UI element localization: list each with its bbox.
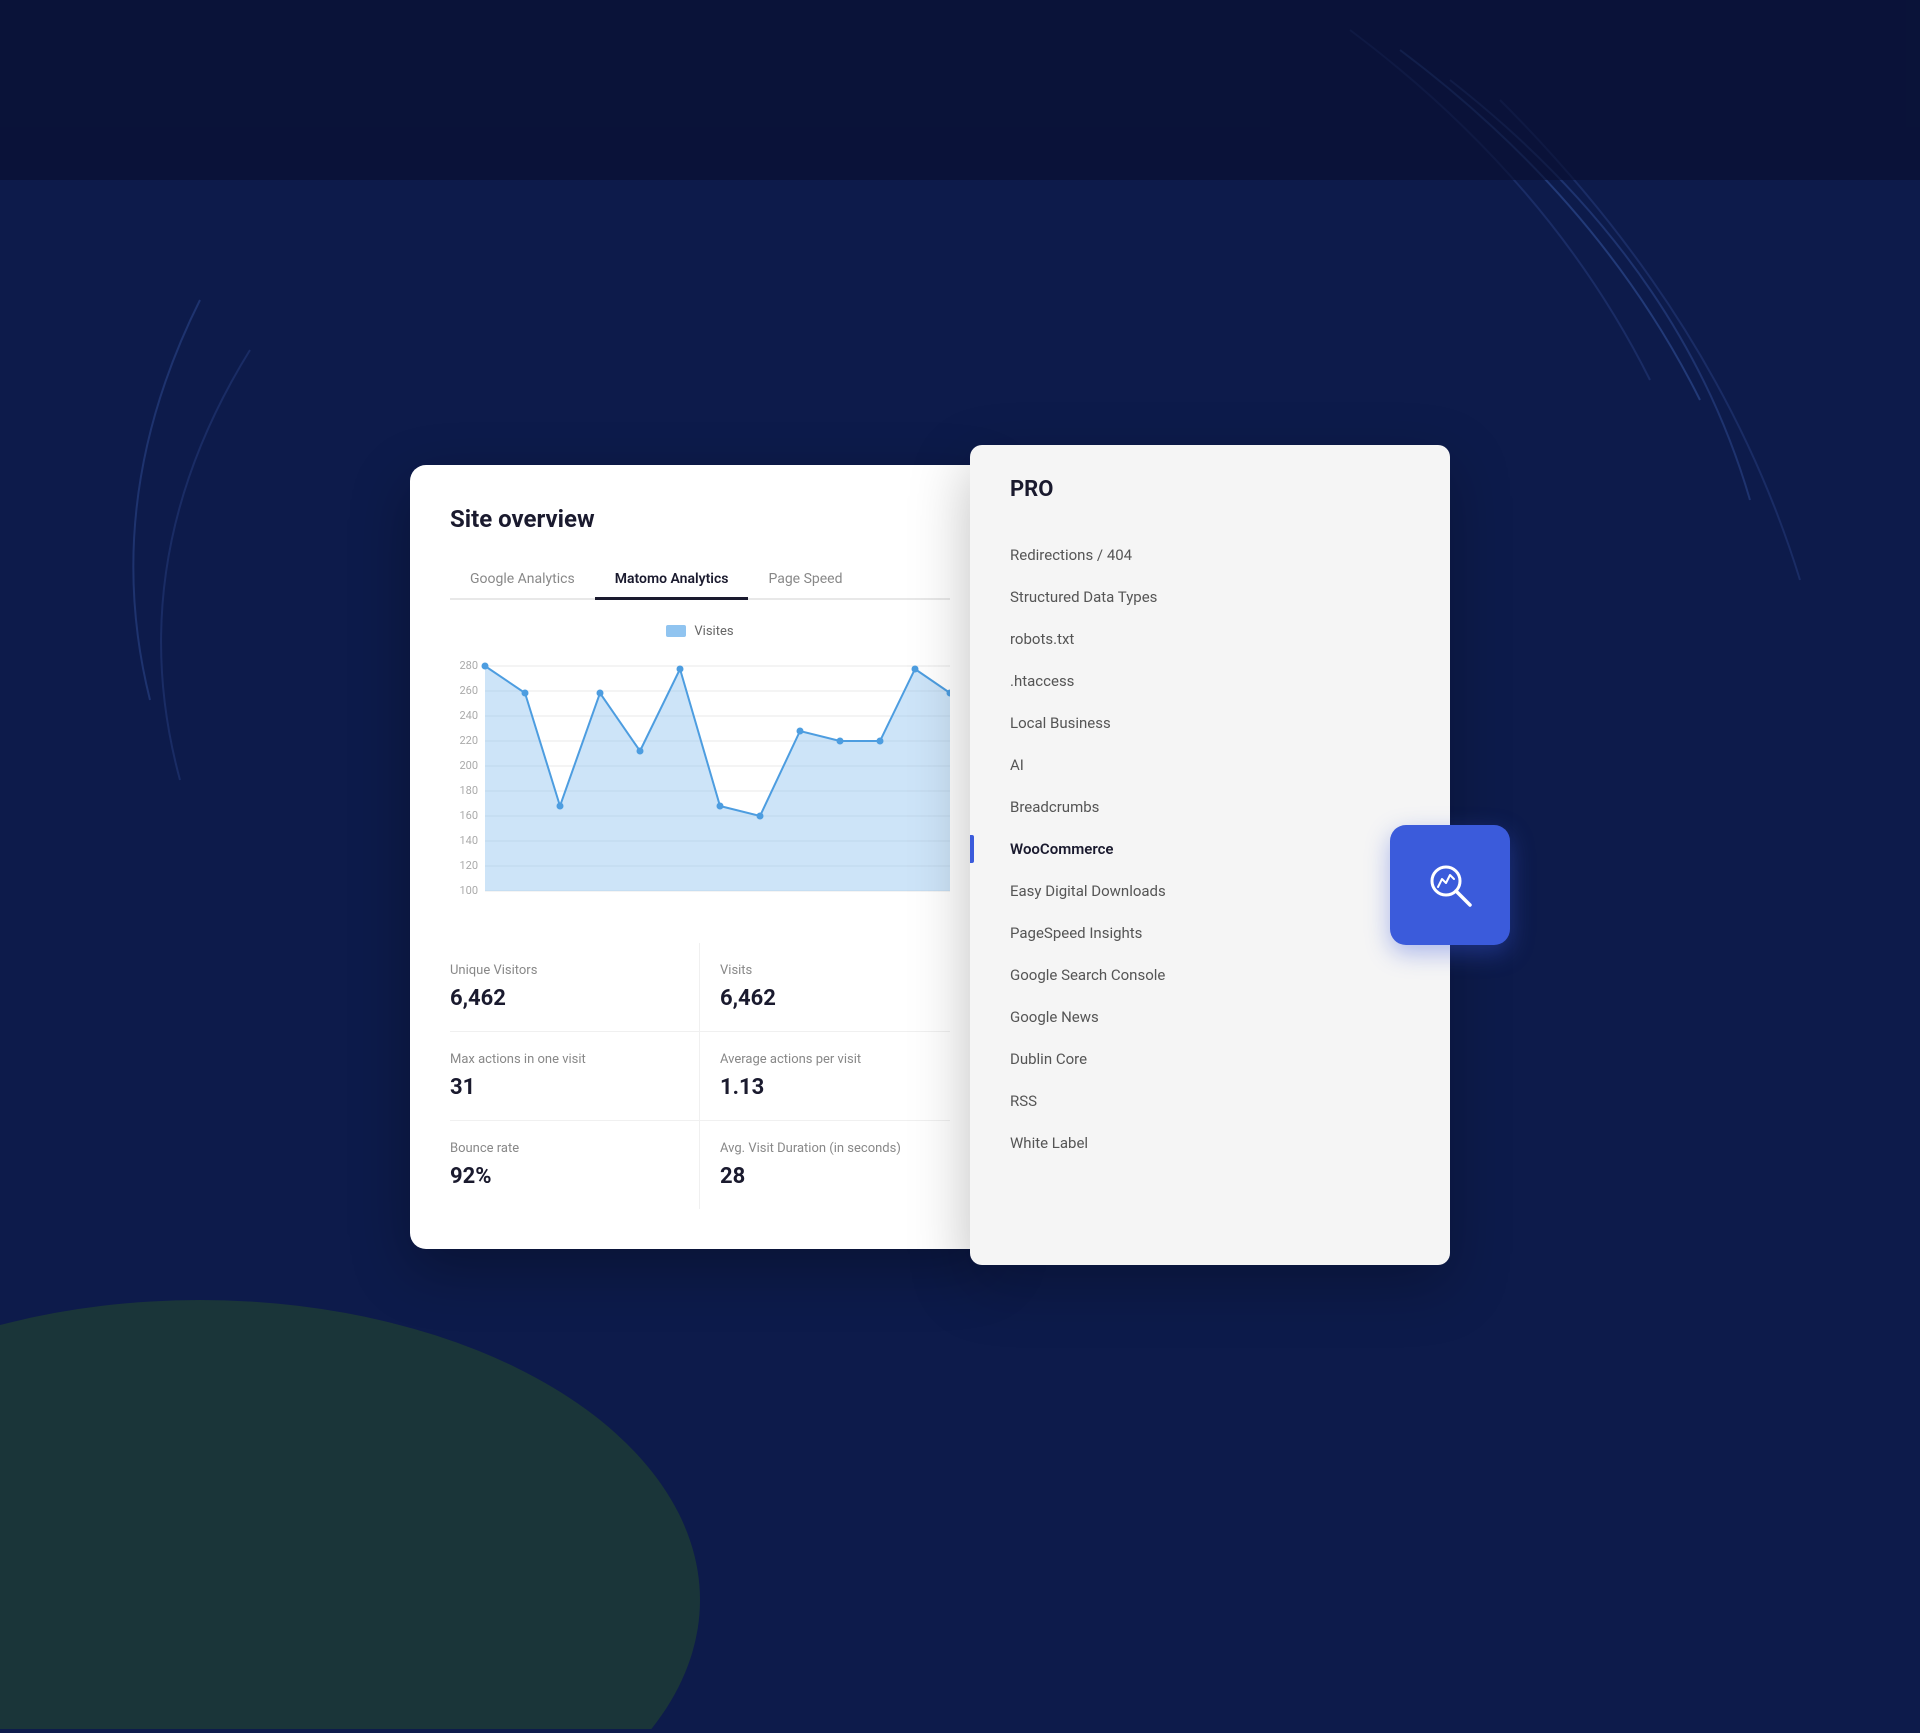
- svg-text:240: 240: [459, 709, 478, 722]
- stat-max-actions: Max actions in one visit 31: [450, 1032, 700, 1121]
- menu-item-robots-txt[interactable]: robots.txt: [1010, 618, 1410, 660]
- stat-visits: Visits 6,462: [700, 943, 950, 1032]
- stat-avg-actions-label: Average actions per visit: [720, 1052, 950, 1067]
- stat-visits-value: 6,462: [720, 986, 950, 1011]
- legend-label: Visites: [694, 624, 733, 639]
- svg-text:100: 100: [459, 884, 478, 897]
- stat-max-actions-value: 31: [450, 1075, 679, 1100]
- stat-bounce-rate-value: 92%: [450, 1164, 679, 1189]
- menu-item-structured-data[interactable]: Structured Data Types: [1010, 576, 1410, 618]
- stat-visits-label: Visits: [720, 963, 950, 978]
- stat-bounce-rate-label: Bounce rate: [450, 1141, 679, 1156]
- search-analytics-icon-box: [1390, 825, 1510, 945]
- chart-legend: Visites: [450, 624, 950, 639]
- svg-text:140: 140: [459, 834, 478, 847]
- menu-item-google-news[interactable]: Google News: [1010, 996, 1410, 1038]
- menu-item-search-console[interactable]: Google Search Console: [1010, 954, 1410, 996]
- legend-color-box: [666, 625, 686, 637]
- chart-container: Visites 280 260 240 220 200 180 160 140 …: [450, 624, 950, 911]
- menu-item-redirections[interactable]: Redirections / 404: [1010, 534, 1410, 576]
- svg-text:200: 200: [459, 759, 478, 772]
- chart-svg: 280 260 240 220 200 180 160 140 120 100: [450, 651, 950, 911]
- stat-unique-visitors-label: Unique Visitors: [450, 963, 679, 978]
- stat-unique-visitors-value: 6,462: [450, 986, 679, 1011]
- svg-text:180: 180: [459, 784, 478, 797]
- stats-grid: Unique Visitors 6,462 Visits 6,462 Max a…: [450, 943, 950, 1209]
- svg-text:280: 280: [459, 659, 478, 672]
- menu-item-white-label[interactable]: White Label: [1010, 1122, 1410, 1164]
- menu-item-edd[interactable]: Easy Digital Downloads: [1010, 870, 1410, 912]
- tab-google-analytics[interactable]: Google Analytics: [450, 561, 595, 600]
- stat-avg-duration: Avg. Visit Duration (in seconds) 28: [700, 1121, 950, 1209]
- menu-item-ai[interactable]: AI: [1010, 744, 1410, 786]
- tabs-container: Google Analytics Matomo Analytics Page S…: [450, 561, 950, 600]
- search-analytics-icon: [1424, 859, 1476, 911]
- stat-max-actions-label: Max actions in one visit: [450, 1052, 679, 1067]
- menu-item-rss[interactable]: RSS: [1010, 1080, 1410, 1122]
- menu-item-woocommerce[interactable]: WooCommerce: [1010, 828, 1410, 870]
- site-overview-card: Site overview Google Analytics Matomo An…: [410, 465, 990, 1249]
- svg-text:220: 220: [459, 734, 478, 747]
- svg-text:260: 260: [459, 684, 478, 697]
- pro-panel: PRO Redirections / 404 Structured Data T…: [970, 445, 1450, 1265]
- tab-page-speed[interactable]: Page Speed: [748, 561, 862, 600]
- stat-avg-duration-value: 28: [720, 1164, 950, 1189]
- menu-item-breadcrumbs[interactable]: Breadcrumbs: [1010, 786, 1410, 828]
- main-content: Site overview Google Analytics Matomo An…: [410, 465, 1510, 1265]
- card-title: Site overview: [450, 505, 950, 533]
- stat-avg-duration-label: Avg. Visit Duration (in seconds): [720, 1141, 950, 1156]
- menu-item-pagespeed[interactable]: PageSpeed Insights: [1010, 912, 1410, 954]
- svg-text:120: 120: [459, 859, 478, 872]
- menu-item-dublin-core[interactable]: Dublin Core: [1010, 1038, 1410, 1080]
- menu-item-htaccess[interactable]: .htaccess: [1010, 660, 1410, 702]
- stat-unique-visitors: Unique Visitors 6,462: [450, 943, 700, 1032]
- menu-item-local-business[interactable]: Local Business: [1010, 702, 1410, 744]
- stat-avg-actions-value: 1.13: [720, 1075, 950, 1100]
- pro-panel-title: PRO: [1010, 477, 1410, 502]
- tab-matomo-analytics[interactable]: Matomo Analytics: [595, 561, 749, 600]
- svg-text:160: 160: [459, 809, 478, 822]
- pro-menu: Redirections / 404 Structured Data Types…: [1010, 534, 1410, 1164]
- stat-avg-actions: Average actions per visit 1.13: [700, 1032, 950, 1121]
- stat-bounce-rate: Bounce rate 92%: [450, 1121, 700, 1209]
